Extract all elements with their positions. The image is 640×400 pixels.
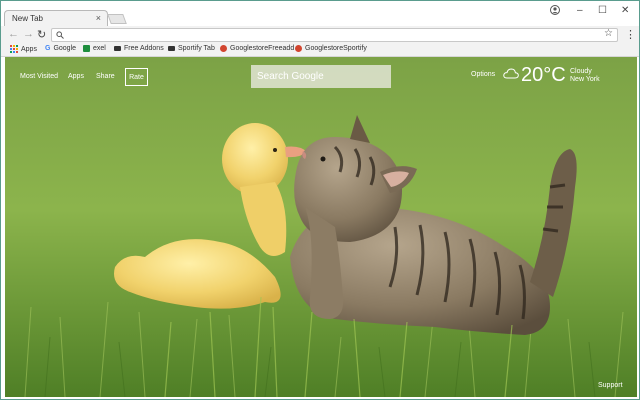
bookmark-free-addons[interactable]: Free Addons: [114, 45, 164, 52]
profile-icon[interactable]: [550, 5, 560, 15]
support-link[interactable]: Support: [598, 382, 623, 389]
options-link[interactable]: Options: [471, 71, 495, 78]
bookmark-label: GooglestoreFreeadd: [230, 45, 295, 52]
bookmark-label: Sportify Tab: [178, 45, 215, 52]
most-visited-link[interactable]: Most Visited: [20, 73, 58, 80]
google-g-icon: G: [45, 45, 51, 52]
new-tab-button[interactable]: [107, 14, 127, 24]
store-icon: [295, 45, 302, 52]
kebab-menu-icon[interactable]: ⋮: [625, 28, 636, 41]
bookmark-label: Google: [53, 45, 77, 52]
new-tab-page: Most Visited Apps Share Rate Options 20°…: [5, 57, 637, 397]
close-window-button[interactable]: ✕: [621, 5, 629, 16]
weather-condition: Cloudy: [570, 68, 592, 75]
addons-icon: [114, 46, 121, 51]
bookmark-googlestore-freeadd[interactable]: GooglestoreFreeadd: [220, 45, 294, 52]
reload-icon[interactable]: ↻: [37, 28, 46, 41]
bookmark-sportify-tab[interactable]: Sportify Tab: [168, 45, 215, 52]
tab-strip: New Tab × – ☐ ✕: [1, 1, 639, 27]
search-icon: [56, 31, 64, 39]
arrow-left-icon[interactable]: ←: [8, 28, 19, 40]
bookmark-exel[interactable]: exel: [83, 45, 106, 52]
bookmark-apps[interactable]: Apps: [10, 45, 37, 53]
store-icon: [220, 45, 227, 52]
wallpaper-image: [5, 57, 637, 397]
bookmark-label: GooglestoreSportify: [305, 45, 367, 52]
rate-label: Rate: [129, 73, 144, 81]
tab-icon: [168, 46, 175, 51]
star-icon[interactable]: ☆: [604, 28, 613, 39]
apps-link[interactable]: Apps: [68, 73, 84, 80]
bookmark-label: exel: [93, 45, 106, 52]
address-bar[interactable]: ☆: [51, 28, 618, 42]
cloud-icon: [503, 68, 519, 79]
maximize-button[interactable]: ☐: [598, 5, 607, 16]
bookmark-label: Free Addons: [124, 45, 164, 52]
weather-info: Cloudy New York: [570, 68, 600, 84]
bookmarks-bar: Apps G Google exel Free Addons Sportify …: [1, 44, 639, 57]
tab-close-icon[interactable]: ×: [96, 13, 101, 23]
search-box: [251, 65, 391, 88]
weather-location: New York: [570, 76, 600, 83]
rate-button[interactable]: Rate: [125, 68, 148, 86]
minimize-button[interactable]: –: [577, 5, 583, 16]
bookmark-label: Apps: [21, 45, 37, 53]
bookmark-google[interactable]: G Google: [45, 45, 76, 52]
arrow-right-icon[interactable]: →: [23, 28, 34, 40]
browser-window: New Tab × – ☐ ✕ ← → ↻ ☆ ⋮ Apps G Google …: [0, 0, 640, 400]
bookmark-googlestore-sportify[interactable]: GooglestoreSportify: [295, 45, 367, 52]
share-link[interactable]: Share: [96, 73, 115, 80]
search-input[interactable]: [251, 65, 391, 88]
tab-title: New Tab: [12, 14, 43, 23]
apps-grid-icon: [10, 45, 18, 53]
browser-toolbar: ← → ↻ ☆ ⋮: [1, 26, 639, 44]
tab-new-tab[interactable]: New Tab ×: [4, 10, 108, 27]
temperature: 20°C: [521, 64, 566, 86]
sheets-icon: [83, 45, 90, 52]
